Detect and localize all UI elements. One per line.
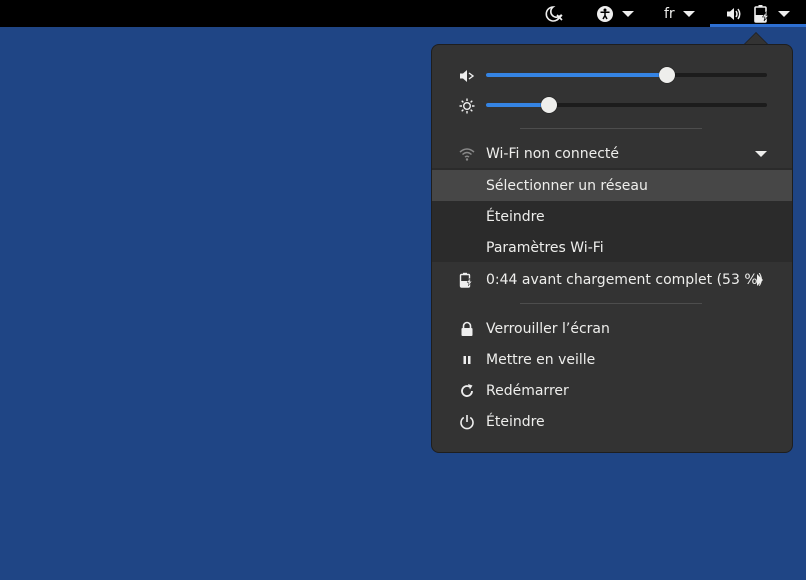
wifi-select-network[interactable]: Sélectionner un réseau	[432, 170, 792, 201]
night-light-icon[interactable]	[545, 0, 565, 27]
separator	[520, 303, 702, 304]
power-off-item[interactable]: Éteindre	[432, 406, 792, 437]
chevron-down-icon	[755, 150, 767, 157]
audio-volume-icon	[460, 69, 475, 82]
restart-icon	[461, 383, 473, 397]
keyboard-layout-menu[interactable]: fr	[664, 0, 695, 27]
accessibility-icon	[597, 5, 613, 22]
chevron-down-icon	[778, 10, 790, 17]
volume-icon	[727, 7, 741, 20]
active-indicator	[710, 24, 806, 27]
system-menu: Wi-Fi non connecté Sélectionner un résea…	[431, 44, 793, 453]
system-status-menu[interactable]	[725, 0, 790, 27]
brightness-slider[interactable]	[486, 97, 767, 113]
restart-item[interactable]: Redémarrer	[432, 375, 792, 406]
menu-pointer	[745, 33, 767, 44]
wifi-turn-off[interactable]: Éteindre	[432, 201, 792, 232]
brightness-slider-fill	[486, 103, 550, 107]
lock-screen-label: Verrouiller l’écran	[486, 320, 610, 337]
chevron-right-icon	[757, 273, 763, 286]
battery-charging-icon	[754, 4, 770, 23]
battery-submenu-header[interactable]: 0:44 avant chargement complet (53 %)	[432, 264, 792, 295]
wifi-select-network-label: Sélectionner un réseau	[486, 177, 648, 194]
battery-status-label: 0:44 avant chargement complet (53 %)	[486, 271, 764, 288]
restart-label: Redémarrer	[486, 382, 569, 399]
wifi-settings-label: Paramètres Wi-Fi	[486, 239, 604, 256]
wifi-status-label: Wi-Fi non connecté	[486, 145, 620, 162]
volume-slider[interactable]	[486, 67, 767, 83]
top-bar: fr	[0, 0, 806, 27]
brightness-row	[432, 90, 792, 121]
battery-charging-icon	[459, 272, 473, 288]
brightness-slider-handle[interactable]	[541, 97, 558, 113]
wifi-icon	[459, 147, 475, 161]
suspend-item[interactable]: Mettre en veille	[432, 344, 792, 375]
volume-slider-fill	[486, 73, 668, 77]
brightness-icon	[459, 98, 475, 113]
accessibility-menu[interactable]	[596, 0, 634, 27]
separator	[520, 128, 702, 129]
volume-row	[432, 60, 792, 91]
pause-icon	[463, 355, 471, 364]
power-icon	[460, 414, 474, 429]
lock-screen-item[interactable]: Verrouiller l’écran	[432, 313, 792, 344]
chevron-down-icon	[682, 10, 695, 17]
lock-icon	[461, 321, 473, 336]
wifi-settings[interactable]: Paramètres Wi-Fi	[432, 232, 792, 263]
language-label: fr	[664, 5, 675, 22]
volume-slider-handle[interactable]	[659, 67, 676, 83]
power-off-label: Éteindre	[486, 413, 545, 430]
suspend-label: Mettre en veille	[486, 351, 596, 368]
wifi-turn-off-label: Éteindre	[486, 208, 545, 225]
wifi-submenu-header[interactable]: Wi-Fi non connecté	[432, 138, 792, 169]
chevron-down-icon	[622, 10, 634, 17]
